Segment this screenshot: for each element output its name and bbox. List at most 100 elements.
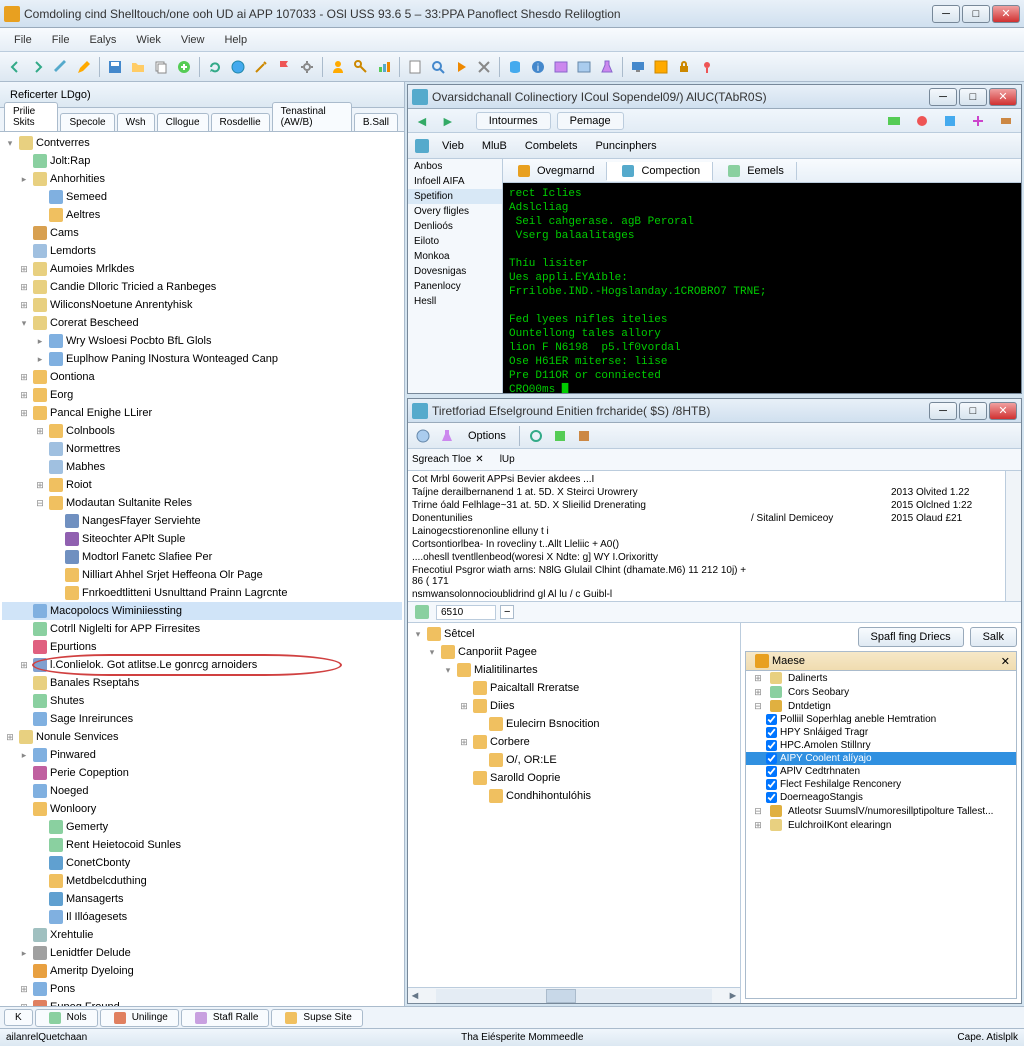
tree-item[interactable]: Metdbelcduthing xyxy=(2,872,402,890)
tree-item[interactable]: Sage Inreirunces xyxy=(2,710,402,728)
tb-pin[interactable] xyxy=(696,56,718,78)
prop-item[interactable]: ⊟Dntdetign xyxy=(746,699,1016,713)
tree-item[interactable]: ⊞Nonule Senvices xyxy=(2,728,402,746)
tb-chart[interactable] xyxy=(373,56,395,78)
side-item[interactable]: Monkoa xyxy=(408,249,502,264)
prop-item[interactable]: ⊞Cors Seobary xyxy=(746,685,1016,699)
menu-file[interactable]: File xyxy=(4,31,42,49)
tb-add[interactable] xyxy=(173,56,195,78)
tree-twisty[interactable]: ⊞ xyxy=(4,729,16,745)
bottom-tab[interactable]: K xyxy=(4,1009,33,1026)
prop-item[interactable]: APlV Cedtrhnaten xyxy=(746,765,1016,778)
nav-ico2[interactable] xyxy=(911,110,933,132)
left-tab[interactable]: Wsh xyxy=(117,113,155,131)
tree-item[interactable]: Cotrll Niglelti for APP Firresites xyxy=(2,620,402,638)
tree-item[interactable]: Condhihontulóhis xyxy=(410,787,738,805)
spafl-button[interactable]: Spafl fing Driecs xyxy=(858,627,964,647)
tree-twisty[interactable]: ⊞ xyxy=(18,297,30,313)
log-row[interactable]: ....ohesll tventllenbeod(woresi X Ndte: … xyxy=(412,551,1001,564)
upper-min[interactable]: ─ xyxy=(929,88,957,106)
tree-item[interactable]: Gemerty xyxy=(2,818,402,836)
salk-button[interactable]: Salk xyxy=(970,627,1017,647)
log-row[interactable]: nsmwansolonnocioublidrind gl Al lu / c G… xyxy=(412,588,1001,601)
tree-item[interactable]: O/, OR:LE xyxy=(410,751,738,769)
lower-max[interactable]: □ xyxy=(959,402,987,420)
menu-view[interactable]: View xyxy=(171,31,215,49)
tree-twisty[interactable]: ⊞ xyxy=(18,981,30,997)
prop-checkbox[interactable] xyxy=(766,779,777,790)
tree-item[interactable]: Epurtions xyxy=(2,638,402,656)
tb-box2[interactable] xyxy=(573,56,595,78)
left-tab[interactable]: Rosdellie xyxy=(211,113,270,131)
tree-twisty[interactable]: ⊞ xyxy=(18,369,30,385)
tree-item[interactable]: Eulecirn Bsnocition xyxy=(410,715,738,733)
tree-item[interactable]: Rent Heietocoid Sunles xyxy=(2,836,402,854)
left-tab[interactable]: Cllogue xyxy=(157,113,209,131)
tb-save[interactable] xyxy=(104,56,126,78)
log-row[interactable]: Lainogecstiorenonline elluny t i xyxy=(412,525,1001,538)
prop-item[interactable]: ⊞EulchroiIKont elearingn xyxy=(746,818,1016,832)
tb-flag[interactable] xyxy=(273,56,295,78)
nav-intourmes[interactable]: Intourmes xyxy=(476,112,551,130)
tree-twisty[interactable]: ⊞ xyxy=(34,477,46,493)
lt-refresh[interactable] xyxy=(525,425,547,447)
tree-twisty[interactable]: ⊟ xyxy=(34,495,46,511)
tree-twisty[interactable]: ⊞ xyxy=(18,405,30,421)
log-row[interactable]: Trirne óald Felhlage~31 at. 5D. X Slieil… xyxy=(412,499,1001,512)
tree-item[interactable]: ▸Wry Wsloesi Pocbto BfL Glols xyxy=(2,332,402,350)
lower-tree[interactable]: ▾Sêtcel▾Canporiit Pagee▾MialitilinartesP… xyxy=(408,623,740,987)
side-item[interactable]: Hesll xyxy=(408,294,502,309)
menu-wiek[interactable]: Wiek xyxy=(126,31,170,49)
prop-checkbox[interactable] xyxy=(766,753,777,764)
tb-lock[interactable] xyxy=(673,56,695,78)
log-row[interactable]: Fnecotiul Psgror wiath arns: N8lG Glulai… xyxy=(412,564,1001,588)
tree-item[interactable]: Mabhes xyxy=(2,458,402,476)
lt-globe[interactable] xyxy=(412,425,434,447)
tree-item[interactable]: Siteochter APlt Suple xyxy=(2,530,402,548)
tree-item[interactable]: ▸Lenidtfer Delude xyxy=(2,944,402,962)
tree-twisty[interactable]: ▸ xyxy=(18,945,30,961)
side-item[interactable]: Dovesnigas xyxy=(408,264,502,279)
close-button[interactable]: ✕ xyxy=(992,5,1020,23)
tree-item[interactable]: Fnrkoedtlitteni Usnulttand Prainn Lagrcn… xyxy=(2,584,402,602)
tree-item[interactable]: Nilliart Ahhel Srjet Heffeona Olr Page xyxy=(2,566,402,584)
tree-twisty[interactable]: ▸ xyxy=(18,171,30,187)
tree-twisty[interactable]: ▸ xyxy=(34,333,46,349)
side-item[interactable]: Panenlocy xyxy=(408,279,502,294)
subtab[interactable]: Puncinphers xyxy=(587,138,664,154)
tree-twisty[interactable]: ▸ xyxy=(18,747,30,763)
tree-item[interactable]: ⊞Diies xyxy=(410,697,738,715)
tb-copy[interactable] xyxy=(150,56,172,78)
nav-ico3[interactable] xyxy=(939,110,961,132)
tree-item[interactable]: Jolt:Rap xyxy=(2,152,402,170)
prop-item[interactable]: Polliil Soperhlag aneble Hemtration xyxy=(746,713,1016,726)
tree-item[interactable]: Paicaltall Rreratse xyxy=(410,679,738,697)
nav-back[interactable]: ◄ xyxy=(412,113,432,129)
tree-twisty[interactable]: ⊞ xyxy=(34,423,46,439)
tb-db[interactable] xyxy=(504,56,526,78)
side-item[interactable]: Denlioós xyxy=(408,219,502,234)
tb-user[interactable] xyxy=(327,56,349,78)
tree-item[interactable]: ⊞Pons xyxy=(2,980,402,998)
tb-refresh[interactable] xyxy=(204,56,226,78)
maximize-button[interactable]: □ xyxy=(962,5,990,23)
tb-wand[interactable] xyxy=(250,56,272,78)
tree-item[interactable]: Il Illóagesets xyxy=(2,908,402,926)
tree-item[interactable]: Noeged xyxy=(2,782,402,800)
menu-file[interactable]: File xyxy=(42,31,80,49)
left-tree[interactable]: ▾ContverresJolt:Rap▸AnhorhitiesSemeedAel… xyxy=(0,132,404,1006)
tb-search[interactable] xyxy=(427,56,449,78)
lt-green[interactable] xyxy=(549,425,571,447)
prop-item[interactable]: ⊞Dalinerts xyxy=(746,671,1016,685)
tree-item[interactable]: Normettres xyxy=(2,440,402,458)
search-close[interactable]: ✕ xyxy=(475,454,483,465)
input-minus[interactable]: − xyxy=(500,605,514,619)
tb-play[interactable] xyxy=(450,56,472,78)
tree-hscroll[interactable]: ◄► xyxy=(408,987,740,1003)
left-tab[interactable]: Prilie Skits xyxy=(4,102,58,131)
prop-item[interactable]: HPC.Amolen Stillnry xyxy=(746,739,1016,752)
tree-item[interactable]: Xrehtulie xyxy=(2,926,402,944)
tree-twisty[interactable]: ⊞ xyxy=(18,387,30,403)
tree-item[interactable]: ▾Contverres xyxy=(2,134,402,152)
prop-item[interactable]: DoerneagoStangis xyxy=(746,791,1016,804)
